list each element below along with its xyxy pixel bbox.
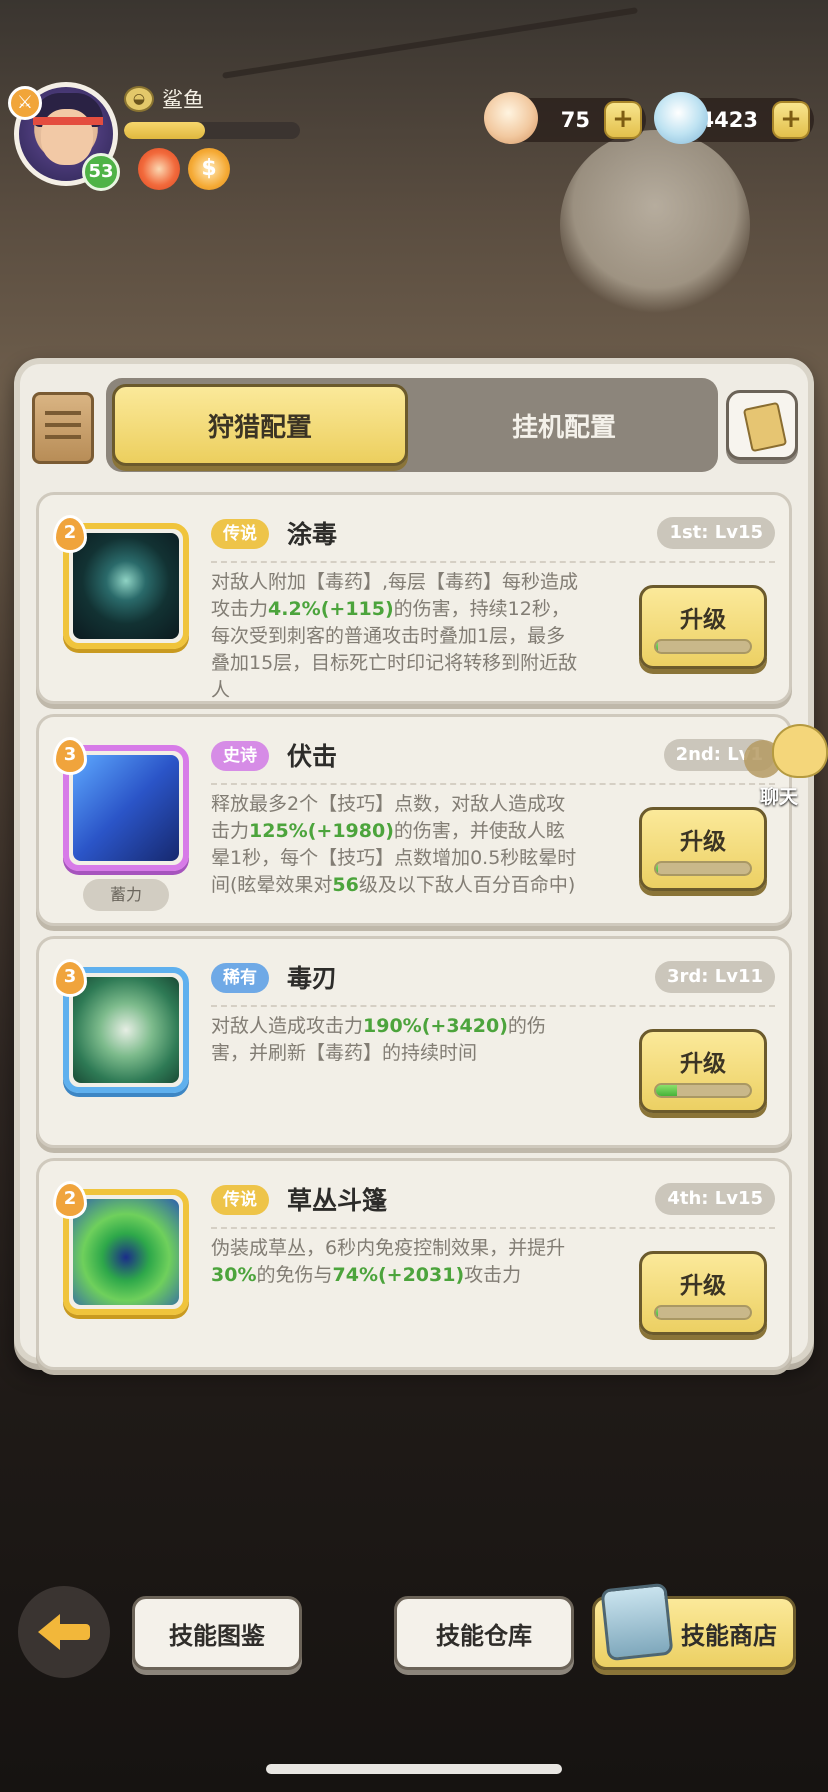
skill-atlas-button[interactable]: 技能图鉴 [132, 1596, 302, 1670]
skill-storage-button[interactable]: 技能仓库 [394, 1596, 574, 1670]
skill-name: 毒刃 [287, 964, 338, 993]
description-text: 对敌人造成攻击力 [211, 1015, 364, 1037]
upgrade-button[interactable]: 升级 [639, 1029, 767, 1113]
shop-book-icon [600, 1582, 674, 1662]
stat-highlight: 56 [332, 874, 359, 896]
divider [211, 1005, 775, 1007]
divider [211, 783, 775, 785]
skill-name: 草丛斗篷 [287, 1186, 388, 1215]
skill-rank: 4th: Lv15 [655, 1183, 775, 1215]
chat-label: 聊天 [760, 786, 799, 808]
skill-card: 3 蓄力 史诗 伏击 2nd: Lv1 释放最多2个【技巧】点数，对敌人造成攻击… [36, 714, 792, 926]
rarity-badge: 史诗 [211, 741, 269, 771]
poison-drop-icon [73, 533, 179, 639]
description-text: 伪装成草丛，6秒内免疫控制效果，并提升 [211, 1237, 566, 1259]
background-skull [560, 130, 750, 320]
description-text: 攻击力 [464, 1264, 522, 1286]
upgrade-progress [654, 639, 752, 654]
divider [211, 561, 775, 563]
skill-card: 2 传说 涂毒 1st: Lv15 对敌人附加【毒药】,每层【毒药】每秒造成攻击… [36, 492, 792, 704]
rarity-badge: 传说 [211, 1185, 269, 1215]
ambush-attack-icon [73, 755, 179, 861]
background-rope [222, 7, 638, 79]
skill-name: 涂毒 [287, 520, 338, 549]
skill-name: 伏击 [287, 742, 338, 771]
guide-card-icon[interactable] [726, 390, 798, 460]
class-sword-icon: ⚔ [8, 86, 42, 120]
upgrade-button[interactable]: 升级 [639, 807, 767, 891]
avatar-headband [33, 117, 103, 125]
tab-hunt-config[interactable]: 狩猎配置 [112, 384, 408, 466]
coin-buff-icon[interactable]: $ [188, 148, 230, 190]
skill-description: 伪装成草丛，6秒内免疫控制效果，并提升 30%的免伤与74%(+2031)攻击力 [211, 1235, 581, 1289]
upgrade-button[interactable]: 升级 [639, 585, 767, 669]
fire-buff-icon[interactable] [138, 148, 180, 190]
description-text: 级及以下敌人百分百命中) [358, 874, 576, 896]
gem-currency: 4423 + [654, 92, 814, 144]
stat-highlight: 30% [211, 1264, 257, 1286]
upgrade-label: 升级 [680, 829, 726, 855]
fish-rank-icon: ◒ [124, 86, 154, 112]
bush-cloak-icon [73, 1199, 179, 1305]
add-shell-button[interactable]: + [604, 101, 642, 139]
skull-blade-icon [73, 977, 179, 1083]
upgrade-progress [654, 1305, 752, 1320]
scroll-icon[interactable] [32, 392, 94, 464]
back-arrow-icon [38, 1614, 90, 1650]
star-badge: 2 [53, 1181, 87, 1219]
upgrade-progress [654, 861, 752, 876]
stat-highlight: 190%(+3420) [363, 1015, 508, 1037]
upgrade-progress-fill [656, 641, 658, 652]
upgrade-label: 升级 [680, 607, 726, 633]
exp-bar [124, 122, 300, 139]
upgrade-progress-fill [656, 1307, 658, 1318]
upgrade-progress-fill [656, 863, 658, 874]
gem-value: 4423 [699, 108, 758, 132]
shell-currency: 75 + [484, 92, 646, 144]
skill-card: 2 传说 草丛斗篷 4th: Lv15 伪装成草丛，6秒内免疫控制效果，并提升 3… [36, 1158, 792, 1370]
upgrade-label: 升级 [680, 1051, 726, 1077]
stat-highlight: 4.2%(+115) [268, 598, 394, 620]
upgrade-button[interactable]: 升级 [639, 1251, 767, 1335]
exp-bar-fill [124, 122, 205, 139]
add-gem-button[interactable]: + [772, 101, 810, 139]
stat-highlight: 125%(+1980) [249, 820, 394, 842]
star-badge: 3 [53, 959, 87, 997]
chat-bubble-icon [772, 724, 828, 778]
player-name-row: ◒ 鲨鱼 [124, 84, 204, 114]
rarity-badge: 传说 [211, 519, 269, 549]
stat-highlight: 74%(+2031) [332, 1264, 465, 1286]
gem-icon [654, 92, 708, 144]
upgrade-progress-fill [656, 1085, 677, 1096]
rarity-badge: 稀有 [211, 963, 269, 993]
skill-description: 对敌人造成攻击力190%(+3420)的伤害，并刷新【毒药】的持续时间 [211, 1013, 581, 1067]
skill-rank: 1st: Lv15 [657, 517, 775, 549]
player-level-badge: 53 [82, 153, 120, 191]
upgrade-label: 升级 [680, 1273, 726, 1299]
star-badge: 2 [53, 515, 87, 553]
description-text: 的免伤与 [256, 1264, 333, 1286]
shell-icon [484, 92, 538, 144]
shell-value: 75 [560, 108, 590, 132]
tab-idle-config[interactable]: 挂机配置 [414, 384, 714, 466]
chat-button[interactable]: 聊天 [742, 724, 828, 814]
back-button[interactable] [18, 1586, 110, 1678]
star-badge: 3 [53, 737, 87, 775]
skill-rank: 3rd: Lv11 [654, 961, 775, 993]
divider [211, 1227, 775, 1229]
skill-description: 对敌人附加【毒药】,每层【毒药】每秒造成攻击力4.2%(+115)的伤害，持续1… [211, 569, 581, 704]
skill-description: 释放最多2个【技巧】点数，对敌人造成攻击力125%(+1980)的伤害，并使敌人… [211, 791, 581, 899]
player-name: 鲨鱼 [162, 88, 204, 112]
skill-card: 3 稀有 毒刃 3rd: Lv11 对敌人造成攻击力190%(+3420)的伤害… [36, 936, 792, 1148]
home-indicator[interactable] [266, 1764, 562, 1774]
charge-tag: 蓄力 [83, 879, 169, 911]
upgrade-progress [654, 1083, 752, 1098]
